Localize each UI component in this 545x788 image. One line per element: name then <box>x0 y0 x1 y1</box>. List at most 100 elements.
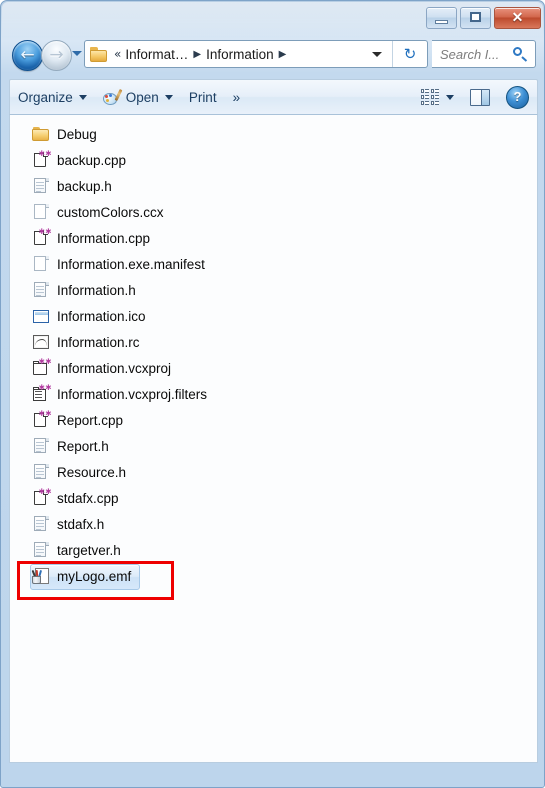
toolbar-overflow-button[interactable]: » <box>225 84 249 110</box>
h-file-icon <box>32 281 50 299</box>
address-history-chevron-down-icon[interactable] <box>372 51 382 57</box>
h-file-icon <box>32 541 50 559</box>
recent-pages-chevron-down-icon[interactable] <box>72 51 82 56</box>
filters-file-icon: ∗∗ <box>32 384 52 403</box>
file-list-item[interactable]: myLogo.emf <box>10 563 537 590</box>
file-list-item[interactable]: Information.exe.manifest <box>10 251 537 277</box>
file-name-label: targetver.h <box>57 542 121 558</box>
open-button[interactable]: Open <box>95 84 181 110</box>
folder-icon <box>90 46 108 62</box>
file-name-label: Information.vcxproj <box>57 360 172 376</box>
back-arrow-icon: ← <box>20 45 35 65</box>
file-name-label: stdafx.cpp <box>57 490 119 506</box>
change-view-button[interactable] <box>413 84 462 110</box>
title-bar: ✕ <box>1 1 545 35</box>
cpp-file-icon: ∗∗ <box>32 228 52 247</box>
rcfile-file-icon <box>32 333 50 351</box>
file-list-item[interactable]: Information.h <box>10 277 537 303</box>
file-list-item[interactable]: ∗∗ Report.cpp <box>10 407 537 433</box>
file-name-label: Information.exe.manifest <box>57 256 205 272</box>
print-button[interactable]: Print <box>181 84 225 110</box>
file-list: Debug ∗∗ backup.cpp backup.h customColors.cc… <box>10 121 537 590</box>
file-name-label: Debug <box>57 126 97 142</box>
forward-button[interactable]: → <box>41 40 72 71</box>
file-list-item[interactable]: Resource.h <box>10 459 537 485</box>
preview-pane-button[interactable] <box>462 84 498 110</box>
file-name-label: Information.vcxproj.filters <box>57 386 208 402</box>
file-name-label: Resource.h <box>57 464 127 480</box>
file-name-label: Information.rc <box>57 334 140 350</box>
blank-file-icon <box>32 203 50 221</box>
file-name-label: Information.h <box>57 282 136 298</box>
organize-chevron-down-icon <box>78 94 87 100</box>
paint-palette-icon <box>102 88 123 105</box>
h-file-icon <box>32 437 50 455</box>
open-chevron-down-icon <box>164 94 173 100</box>
file-name-label: Report.cpp <box>57 412 124 428</box>
view-layout-icon <box>421 89 440 105</box>
file-name-label: backup.cpp <box>57 152 127 168</box>
file-name-label: Information.cpp <box>57 230 151 246</box>
proj-file-icon: ∗∗ <box>32 358 52 377</box>
close-icon: ✕ <box>511 9 524 25</box>
file-list-item[interactable]: customColors.ccx <box>10 199 537 225</box>
minimize-icon <box>435 20 448 24</box>
file-list-item[interactable]: ∗∗ Information.cpp <box>10 225 537 251</box>
organize-label: Organize <box>18 89 73 105</box>
cpp-file-icon: ∗∗ <box>32 150 52 169</box>
file-name-label: customColors.ccx <box>57 204 164 220</box>
file-name-label: Information.ico <box>57 308 146 324</box>
file-list-item[interactable]: backup.h <box>10 173 537 199</box>
toolbar-overflow-icon: » <box>232 89 241 105</box>
search-icon <box>513 46 529 62</box>
back-button[interactable]: ← <box>12 40 43 71</box>
file-list-item[interactable]: ∗∗ backup.cpp <box>10 147 537 173</box>
file-name-label: stdafx.h <box>57 516 105 532</box>
file-name-label: myLogo.emf <box>57 568 132 584</box>
explorer-window: ✕ ← → « Informat… ▶ Information ▶ ↻ Sear… <box>0 0 545 788</box>
help-button[interactable]: ? <box>498 84 537 110</box>
address-bar[interactable]: « Informat… ▶ Information ▶ ↻ <box>84 40 428 68</box>
refresh-icon[interactable]: ↻ <box>392 41 427 67</box>
organize-button[interactable]: Organize <box>10 84 95 110</box>
cpp-file-icon: ∗∗ <box>32 488 52 507</box>
file-list-item[interactable]: Debug <box>10 121 537 147</box>
file-list-item[interactable]: ∗∗ Information.vcxproj <box>10 355 537 381</box>
file-list-item[interactable]: Information.ico <box>10 303 537 329</box>
minimize-button[interactable] <box>426 7 457 29</box>
forward-arrow-icon: → <box>49 45 64 65</box>
file-list-item[interactable]: targetver.h <box>10 537 537 563</box>
file-list-item[interactable]: ∗∗ Information.vcxproj.filters <box>10 381 537 407</box>
file-list-item[interactable]: ∗∗ stdafx.cpp <box>10 485 537 511</box>
navigation-row: ← → « Informat… ▶ Information ▶ ↻ Search… <box>1 35 545 75</box>
search-input[interactable]: Search I... <box>440 47 513 62</box>
breadcrumb-overflow-icon[interactable]: « <box>112 47 125 61</box>
view-chevron-down-icon <box>446 94 454 100</box>
search-box[interactable]: Search I... <box>432 40 536 68</box>
file-list-item[interactable]: Report.h <box>10 433 537 459</box>
h-file-icon <box>32 463 50 481</box>
preview-pane-icon <box>470 88 490 106</box>
help-icon: ? <box>506 85 529 109</box>
emf-file-icon <box>31 567 50 585</box>
file-name-label: Report.h <box>57 438 109 454</box>
print-label: Print <box>188 89 217 105</box>
breadcrumb-item-2[interactable]: Information <box>206 47 274 62</box>
file-list-pane[interactable]: Debug ∗∗ backup.cpp backup.h customColors.cc… <box>9 115 538 763</box>
breadcrumb: « Informat… ▶ Information ▶ <box>85 46 372 62</box>
maximize-button[interactable] <box>460 7 491 29</box>
file-list-item[interactable]: stdafx.h <box>10 511 537 537</box>
file-name-label: backup.h <box>57 178 112 194</box>
folder-file-icon <box>32 125 50 143</box>
window-controls: ✕ <box>426 7 541 29</box>
breadcrumb-separator-1-icon[interactable]: ▶ <box>188 49 206 60</box>
file-list-item[interactable]: Information.rc <box>10 329 537 355</box>
close-button[interactable]: ✕ <box>494 7 541 29</box>
breadcrumb-separator-2-icon[interactable]: ▶ <box>274 49 292 60</box>
blank-file-icon <box>32 255 50 273</box>
command-toolbar: Organize Open Print » ? <box>9 79 538 115</box>
icofile-file-icon <box>32 307 50 325</box>
maximize-icon <box>470 12 481 22</box>
breadcrumb-item-1[interactable]: Informat… <box>125 47 188 62</box>
h-file-icon <box>32 177 50 195</box>
